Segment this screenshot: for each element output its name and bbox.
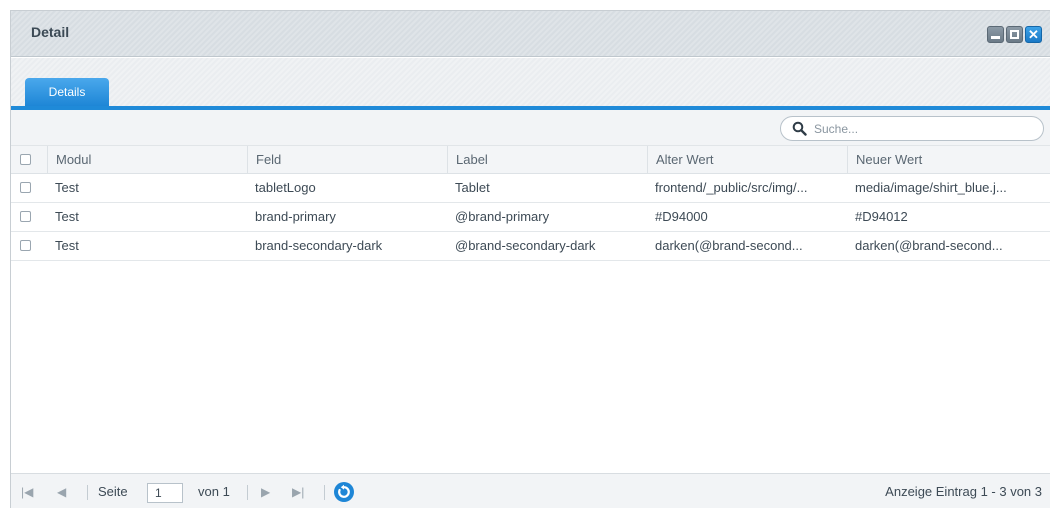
table-row[interactable]: Test brand-secondary-dark @brand-seconda…: [11, 232, 1050, 261]
paging-toolbar: |◀ ◀ Seite 1 von 1 ▶ ▶| Anzeige Eintrag …: [11, 473, 1050, 508]
column-header-modul[interactable]: Modul: [47, 146, 247, 173]
page-label: Seite: [98, 484, 128, 499]
page-count-label: von 1: [198, 484, 230, 499]
first-page-icon[interactable]: |◀: [21, 474, 33, 508]
cell-alter-wert: frontend/_public/src/img/...: [655, 180, 808, 195]
next-page-icon[interactable]: ▶: [261, 474, 270, 508]
tab-details[interactable]: Details: [25, 78, 109, 106]
column-header-label[interactable]: Label: [447, 146, 647, 173]
cell-neuer-wert: #D94012: [855, 209, 908, 224]
window-controls: ✕: [987, 26, 1042, 43]
separator: [247, 485, 248, 500]
row-checkbox[interactable]: [11, 232, 47, 260]
page-number-input[interactable]: 1: [147, 483, 183, 503]
cell-neuer-wert: darken(@brand-second...: [855, 238, 1003, 253]
row-checkbox[interactable]: [11, 203, 47, 231]
previous-page-icon[interactable]: ◀: [57, 474, 66, 508]
cell-modul: Test: [55, 238, 79, 253]
window-title: Detail: [31, 24, 70, 40]
paging-summary: Anzeige Eintrag 1 - 3 von 3: [885, 484, 1042, 499]
column-header-feld[interactable]: Feld: [247, 146, 447, 173]
window-titlebar[interactable]: Detail ✕: [11, 11, 1050, 57]
grid-header-row: Modul Feld Label Alter Wert Neuer Wert: [11, 146, 1050, 174]
minimize-icon[interactable]: [987, 26, 1004, 43]
cell-label: @brand-secondary-dark: [455, 238, 596, 253]
table-row[interactable]: Test tabletLogo Tablet frontend/_public/…: [11, 174, 1050, 203]
cell-neuer-wert: media/image/shirt_blue.j...: [855, 180, 1007, 195]
search-icon: [792, 121, 807, 136]
separator: [324, 485, 325, 500]
cell-feld: brand-secondary-dark: [255, 238, 383, 253]
separator: [87, 485, 88, 500]
search-placeholder: Suche...: [814, 122, 859, 136]
cell-modul: Test: [55, 209, 79, 224]
detail-window: Detail ✕ Details Suche... Modul Feld Lab…: [10, 10, 1050, 508]
maximize-icon[interactable]: [1006, 26, 1023, 43]
cell-feld: brand-primary: [255, 209, 336, 224]
cell-label: @brand-primary: [455, 209, 550, 224]
column-header-alter-wert[interactable]: Alter Wert: [647, 146, 847, 173]
row-checkbox[interactable]: [11, 174, 47, 202]
grid-toolbar: Suche...: [11, 110, 1050, 146]
cell-label: Tablet: [455, 180, 490, 195]
search-input[interactable]: Suche...: [780, 116, 1044, 141]
refresh-icon[interactable]: [334, 482, 354, 502]
tab-strip: Details: [11, 58, 1050, 110]
column-header-neuer-wert[interactable]: Neuer Wert: [847, 146, 1050, 173]
close-icon[interactable]: ✕: [1025, 26, 1042, 43]
cell-alter-wert: darken(@brand-second...: [655, 238, 803, 253]
table-row[interactable]: Test brand-primary @brand-primary #D9400…: [11, 203, 1050, 232]
select-all-checkbox[interactable]: [11, 146, 47, 173]
last-page-icon[interactable]: ▶|: [292, 474, 304, 508]
cell-alter-wert: #D94000: [655, 209, 708, 224]
changes-grid: Modul Feld Label Alter Wert Neuer Wert T…: [11, 146, 1050, 261]
cell-feld: tabletLogo: [255, 180, 316, 195]
cell-modul: Test: [55, 180, 79, 195]
